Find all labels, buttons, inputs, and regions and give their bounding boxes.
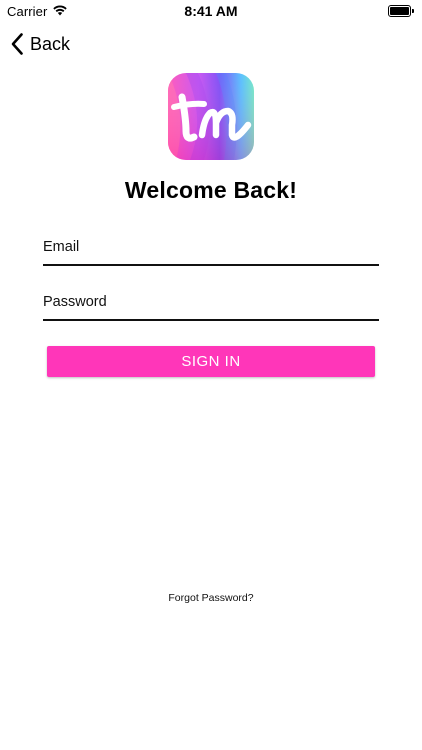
app-logo xyxy=(168,73,254,160)
back-button[interactable]: Back xyxy=(10,30,70,58)
page-title: Welcome Back! xyxy=(124,177,298,203)
login-screen: Carrier 8:41 AM Back Welcome Back! Email… xyxy=(0,0,422,750)
sign-in-button[interactable]: SIGN IN xyxy=(47,346,375,377)
forgot-password-link[interactable]: Forgot Password? xyxy=(0,592,422,604)
chevron-left-icon xyxy=(11,33,23,55)
back-label: Back xyxy=(30,33,71,54)
email-input[interactable] xyxy=(43,232,379,262)
battery-icon xyxy=(388,5,414,17)
status-bar: Carrier 8:41 AM xyxy=(0,0,422,22)
password-field xyxy=(43,287,379,321)
password-input[interactable] xyxy=(43,287,379,317)
email-field xyxy=(43,232,379,266)
status-time: 8:41 AM xyxy=(184,3,238,19)
